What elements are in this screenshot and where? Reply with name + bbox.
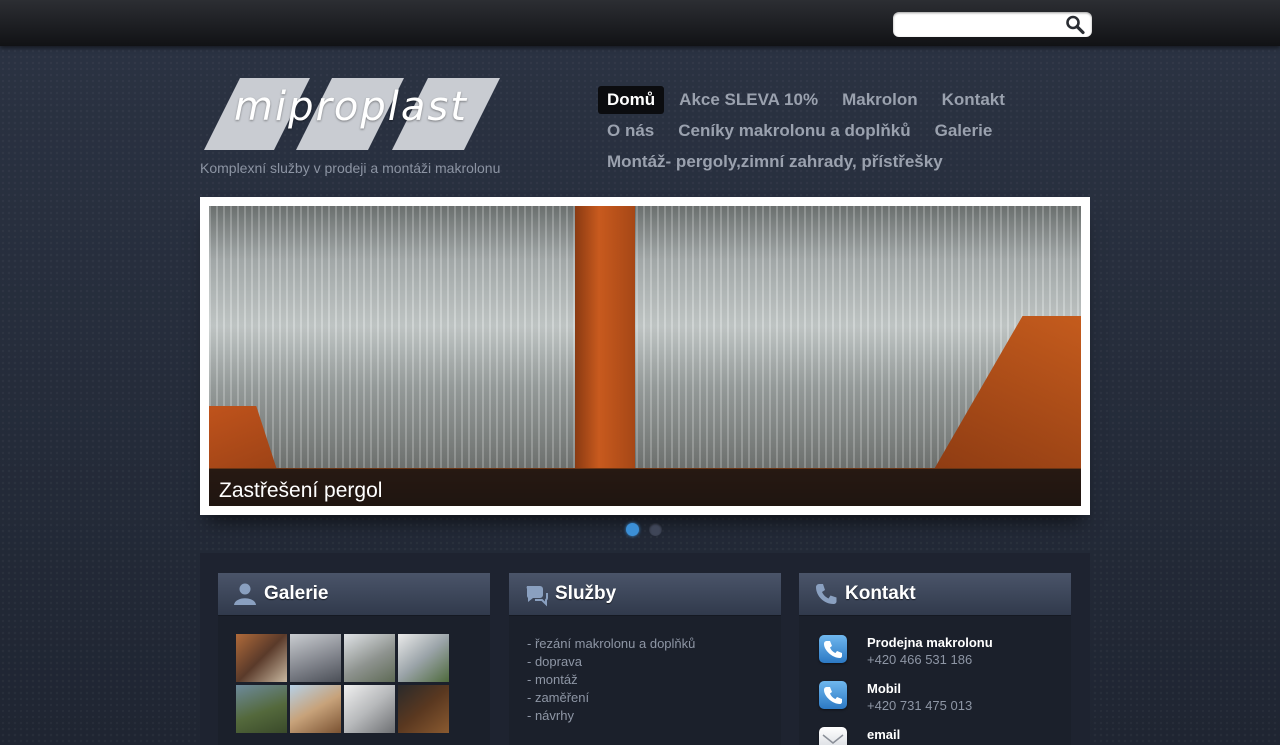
search-button[interactable] bbox=[1064, 14, 1086, 35]
top-bar bbox=[0, 0, 1280, 46]
slide-caption: Zastřešení pergol bbox=[209, 469, 1081, 506]
list-item: - návrhy bbox=[527, 708, 574, 723]
gallery-thumb[interactable] bbox=[344, 685, 395, 733]
contact-title: Kontakt bbox=[845, 583, 916, 604]
contact-item-email: email bbox=[817, 727, 1057, 745]
slider-dot-1[interactable] bbox=[626, 523, 639, 536]
nav-item-kontakt[interactable]: Kontakt bbox=[933, 86, 1014, 114]
gallery-thumb[interactable] bbox=[236, 685, 287, 733]
gallery-title: Galerie bbox=[264, 583, 329, 604]
contact-label: Mobil bbox=[867, 681, 901, 696]
phone-icon bbox=[819, 681, 847, 709]
contact-item-shop: Prodejna makrolonu +420 466 531 186 bbox=[817, 635, 1057, 675]
services-list: - řezání makrolonu a doplňků - doprava -… bbox=[527, 635, 695, 725]
contact-box: Kontakt Prodejna makrolonu +420 466 531 … bbox=[799, 573, 1071, 745]
site-tagline: Komplexní služby v prodeji a montáži mak… bbox=[200, 160, 501, 176]
services-box: Služby - řezání makrolonu a doplňků - do… bbox=[509, 573, 781, 745]
gallery-box: Galerie bbox=[218, 573, 490, 745]
contact-label: email bbox=[867, 727, 901, 742]
nav-item-o-nas[interactable]: O nás bbox=[598, 117, 663, 145]
site-logo[interactable]: miproplast bbox=[200, 76, 505, 152]
contact-phone[interactable]: +420 466 531 186 bbox=[867, 652, 972, 667]
slide-image[interactable]: Zastřešení pergol bbox=[209, 206, 1081, 506]
content-area: Galerie Služby - řezání makrolonu a dopl… bbox=[200, 553, 1090, 745]
mail-icon bbox=[819, 727, 847, 745]
gallery-grid bbox=[236, 634, 449, 733]
contact-label: Prodejna makrolonu bbox=[867, 635, 993, 650]
nav-row: O nás Ceníky makrolonu a doplňků Galerie bbox=[598, 115, 1078, 146]
nav-item-domu[interactable]: Domů bbox=[598, 85, 665, 114]
gallery-thumb[interactable] bbox=[290, 685, 341, 733]
nav-item-akce-sleva[interactable]: Akce SLEVA 10% bbox=[670, 86, 827, 114]
phone-icon bbox=[819, 635, 847, 663]
search-input[interactable] bbox=[901, 15, 1061, 34]
slider-pagination bbox=[626, 523, 662, 536]
chat-icon bbox=[526, 586, 548, 607]
search-box bbox=[893, 12, 1092, 37]
gallery-thumb[interactable] bbox=[344, 634, 395, 682]
slide-beam-center bbox=[575, 206, 635, 506]
list-item: - montáž bbox=[527, 672, 578, 687]
list-item: - zaměření bbox=[527, 690, 590, 705]
nav-item-montaz[interactable]: Montáž- pergoly,zimní zahrady, přístřešk… bbox=[598, 148, 952, 176]
gallery-thumb[interactable] bbox=[398, 634, 449, 682]
nav-item-makrolon[interactable]: Makrolon bbox=[833, 86, 927, 114]
nav-row: Domů Akce SLEVA 10% Makrolon Kontakt bbox=[598, 84, 1078, 115]
search-icon bbox=[1066, 15, 1085, 35]
user-icon bbox=[234, 583, 256, 605]
gallery-header: Galerie bbox=[218, 573, 490, 616]
slider-dot-2[interactable] bbox=[649, 523, 662, 536]
list-item: - řezání makrolonu a doplňků bbox=[527, 636, 696, 651]
gallery-thumb[interactable] bbox=[398, 685, 449, 733]
services-title: Služby bbox=[555, 583, 617, 604]
contact-header: Kontakt bbox=[799, 573, 1071, 616]
nav-item-ceniky[interactable]: Ceníky makrolonu a doplňků bbox=[669, 117, 919, 145]
services-header: Služby bbox=[509, 573, 781, 616]
phone-icon bbox=[816, 584, 837, 604]
gallery-thumb[interactable] bbox=[290, 634, 341, 682]
contact-phone[interactable]: +420 731 475 013 bbox=[867, 698, 972, 713]
gallery-thumb[interactable] bbox=[236, 634, 287, 682]
list-item: - doprava bbox=[527, 654, 582, 669]
main-nav: Domů Akce SLEVA 10% Makrolon Kontakt O n… bbox=[598, 84, 1078, 177]
contact-item-mobile: Mobil +420 731 475 013 bbox=[817, 681, 1057, 721]
nav-item-galerie[interactable]: Galerie bbox=[926, 117, 1002, 145]
logo-text: miproplast bbox=[234, 84, 468, 130]
image-slider: Zastřešení pergol bbox=[200, 197, 1090, 515]
nav-row: Montáž- pergoly,zimní zahrady, přístřešk… bbox=[598, 146, 1078, 177]
